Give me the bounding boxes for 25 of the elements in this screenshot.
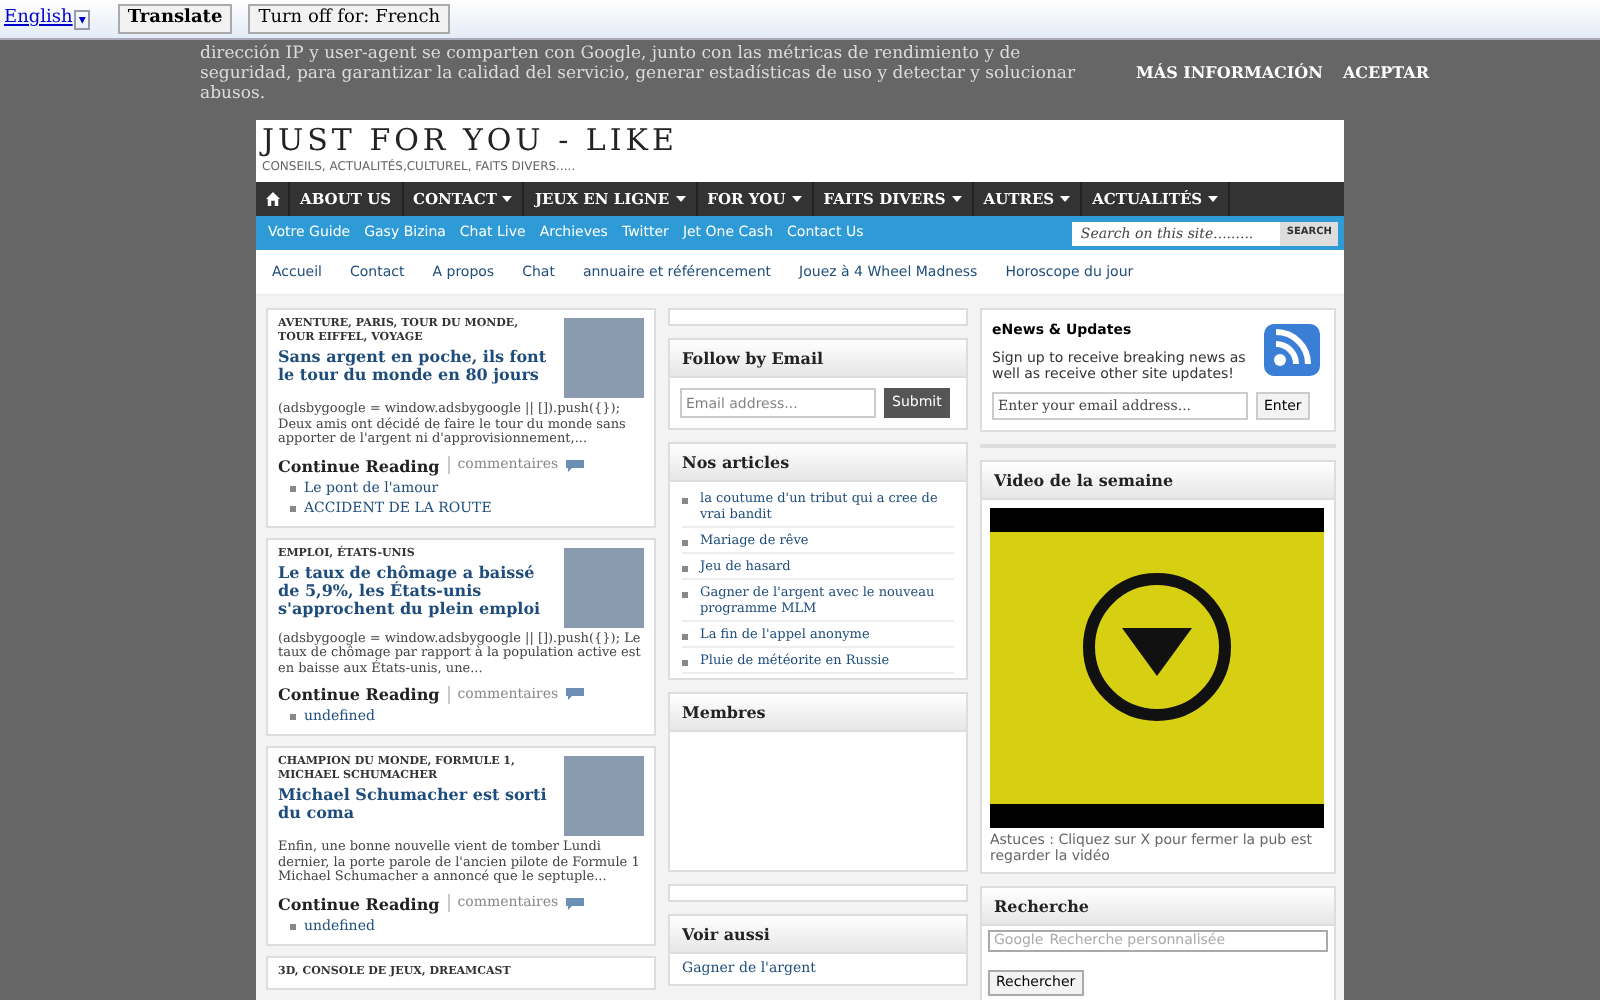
photo-placeholder [564,318,644,398]
widget-title: Voir aussi [670,916,966,954]
widget-title: Nos articles [670,444,966,482]
widget-title: Video de la semaine [982,462,1334,500]
photo-placeholder [564,756,644,836]
speech-bubble-icon [566,897,585,909]
speech-bubble-icon [566,688,585,700]
article-title[interactable]: Le taux de chômage a baissé de 5,9%, les États-unis s'approchent du plein emploi [278,563,556,617]
cookie-notice-text: dirección IP y user-agent se comparten con Google, junto con las métricas de rendimiento y de seguridad, para garantizar la calidad del servicio, generar estadísticas de uso y detectar y solucionar abusos. [200,44,1078,108]
cookie-button[interactable]: ACEPTAR [1342,60,1429,84]
translate-button[interactable]: Translate [117,4,233,34]
cookie-button[interactable]: MÁS INFORMACIÓN [1136,60,1323,84]
site-title[interactable]: JUST FOR YOU - LIKE [262,126,1338,154]
widget-title: Recherche [982,888,1334,926]
widget-title: Follow by Email [670,340,966,378]
continue-reading-link[interactable]: Continue Reading [278,453,440,477]
speech-bubble-icon [566,459,585,471]
article-title[interactable]: Sans argent en poche, ils font le tour du monde en 80 jours [278,348,556,384]
turn-off-button[interactable]: Turn off for: French [248,4,451,34]
article-title[interactable]: Michael Schumacher est sorti du coma [278,786,556,822]
photo-placeholder [564,547,644,627]
language-link[interactable]: English [4,5,73,33]
continue-reading-link[interactable]: Continue Reading [278,682,440,706]
continue-reading-link[interactable]: Continue Reading [278,891,440,915]
widget-title: Membres [670,694,966,732]
